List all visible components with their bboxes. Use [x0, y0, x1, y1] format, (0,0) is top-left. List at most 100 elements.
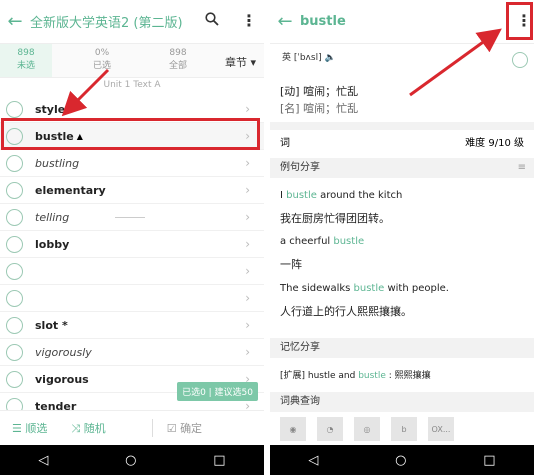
example-1-highlight: bustle	[286, 190, 317, 201]
chapter-dropdown[interactable]: 章节 ▾	[225, 54, 256, 77]
list-item[interactable]: lobby ›	[0, 231, 264, 258]
stat-unselected[interactable]: 898 未选	[0, 44, 52, 77]
search-icon[interactable]	[205, 12, 219, 30]
more-menu-icon[interactable]: ⋮	[241, 13, 257, 29]
divider	[151, 418, 153, 437]
example-3-pre: The sidewalks	[280, 283, 354, 294]
chevron-right-icon: ›	[245, 237, 250, 251]
dictionary-icons: ◉ ◔ ◎ b OX...	[280, 417, 454, 441]
list-icon: ☰	[12, 421, 22, 435]
highlight-box	[506, 2, 533, 40]
memory-text: [扩展] hustle and bustle : 熙熙攘攘	[280, 368, 431, 381]
android-nav-bar: ◁ ○ □	[270, 445, 534, 475]
nav-recent-icon[interactable]: □	[483, 453, 495, 468]
word-selection-screen: ← 全新版大学英语2 (第二版) ⋮ 898 未选 0% 已选 898 全部 章…	[0, 0, 264, 475]
section-divider	[270, 122, 534, 130]
nav-recent-icon[interactable]: □	[213, 453, 225, 468]
top-app-bar: ← bustle ⋮	[270, 0, 534, 44]
stats-row: 898 未选 0% 已选 898 全部 章节 ▾	[0, 44, 264, 78]
checkbox[interactable]	[6, 154, 23, 172]
stat-all-label: 全部	[168, 61, 187, 71]
book-title: 全新版大学英语2 (第二版)	[30, 16, 183, 31]
chevron-right-icon: ›	[245, 318, 250, 332]
list-item[interactable]: slot * ›	[0, 312, 264, 339]
stat-unselected-label: 未选	[16, 61, 35, 71]
stat-all[interactable]: 898 全部	[152, 44, 204, 77]
chapter-label: 章节	[224, 56, 247, 69]
back-arrow-icon[interactable]: ←	[270, 11, 300, 32]
stat-all-count: 898	[169, 48, 187, 58]
random-select-label: 随机	[83, 421, 106, 435]
checkbox[interactable]	[6, 181, 23, 199]
checkbox[interactable]	[512, 52, 528, 68]
list-item[interactable]: elementary ›	[0, 177, 264, 204]
filter-icon[interactable]: ≡	[518, 162, 526, 173]
word-title: bustle	[300, 14, 346, 29]
example-3-post: with people.	[384, 283, 449, 294]
checkbox[interactable]	[6, 262, 23, 280]
memory-text-pre: [扩展] hustle and	[280, 371, 359, 381]
checkbox[interactable]	[6, 370, 23, 388]
example-3-cn: 人行道上的行人熙熙攘攘。	[280, 305, 412, 318]
memory-text-post: : 熙熙攘攘	[385, 371, 431, 381]
stat-selected-count: 0%	[94, 48, 110, 58]
dictionary-3-icon[interactable]: ◎	[354, 417, 380, 441]
chevron-right-icon: ›	[245, 291, 250, 305]
chevron-right-icon: ›	[245, 156, 250, 170]
checkbox[interactable]	[6, 343, 23, 361]
unit-label: Unit 1 Text A	[103, 80, 161, 90]
word-label: vigorous	[35, 372, 89, 386]
bottom-action-bar: ☰ 顺选 ⤨ 随机 ☑ 确定	[0, 410, 264, 444]
list-item[interactable]: ›	[0, 285, 264, 312]
word-label: style	[35, 102, 66, 116]
chevron-right-icon: ›	[245, 345, 250, 359]
example-2-highlight: bustle	[333, 236, 365, 247]
difficulty-row: 词 难度 9/10 级	[270, 134, 534, 150]
oxford-icon[interactable]: OX...	[428, 417, 454, 441]
example-3: The sidewalks bustle with people.	[280, 283, 449, 294]
stat-selected[interactable]: 0% 已选	[76, 44, 128, 77]
sequential-select-button[interactable]: ☰ 顺选	[12, 420, 47, 436]
confirm-button[interactable]: ☑ 确定	[167, 420, 202, 436]
dictionary-2-icon[interactable]: ◔	[317, 417, 343, 441]
sequential-select-label: 顺选	[25, 421, 48, 435]
examples-header: 例句分享	[270, 158, 534, 178]
word-label: vigorously	[35, 345, 92, 359]
bing-icon[interactable]: b	[391, 417, 417, 441]
word-label: 词	[280, 138, 290, 149]
confirm-label: 确定	[180, 421, 203, 435]
stat-selected-label: 已选	[92, 61, 111, 71]
checkbox[interactable]	[6, 289, 23, 307]
list-item[interactable]: bustling ›	[0, 150, 264, 177]
word-label: telling	[35, 210, 70, 224]
shuffle-icon: ⤨	[71, 421, 81, 435]
list-item[interactable]: ›	[0, 258, 264, 285]
selection-counter-badge: 已选0 | 建议选50	[177, 382, 258, 401]
divider	[115, 216, 145, 218]
checkbox[interactable]	[6, 100, 23, 118]
nav-back-icon[interactable]: ◁	[38, 453, 48, 468]
nav-home-icon[interactable]: ○	[125, 453, 136, 468]
chevron-right-icon: ›	[245, 183, 250, 197]
back-arrow-icon[interactable]: ←	[0, 11, 30, 32]
stat-unselected-count: 898	[17, 48, 35, 58]
random-select-button[interactable]: ⤨ 随机	[71, 420, 105, 436]
list-item[interactable]: telling ›	[0, 204, 264, 231]
dictionary-1-icon[interactable]: ◉	[280, 417, 306, 441]
checkbox[interactable]	[6, 235, 23, 253]
nav-home-icon[interactable]: ○	[395, 453, 406, 468]
speaker-icon[interactable]: 🔈	[324, 53, 335, 63]
example-2-cn: 一阵	[280, 258, 302, 271]
checkbox[interactable]	[6, 208, 23, 226]
nav-back-icon[interactable]: ◁	[308, 453, 318, 468]
word-label: bustling	[35, 156, 80, 170]
example-1-post: around the kitch	[316, 190, 403, 201]
dictionary-header: 词典查询	[270, 392, 534, 412]
example-1: I bustle around the kitch	[280, 190, 402, 201]
definition-2: [名] 喧闹；忙乱	[280, 102, 359, 115]
phonetic-text: 英 [ˈbʌsl]	[282, 53, 322, 63]
example-3-highlight: bustle	[353, 283, 385, 294]
phonetic: 英 [ˈbʌsl] 🔈	[282, 50, 336, 63]
checkbox[interactable]	[6, 316, 23, 334]
list-item[interactable]: vigorously ›	[0, 339, 264, 366]
